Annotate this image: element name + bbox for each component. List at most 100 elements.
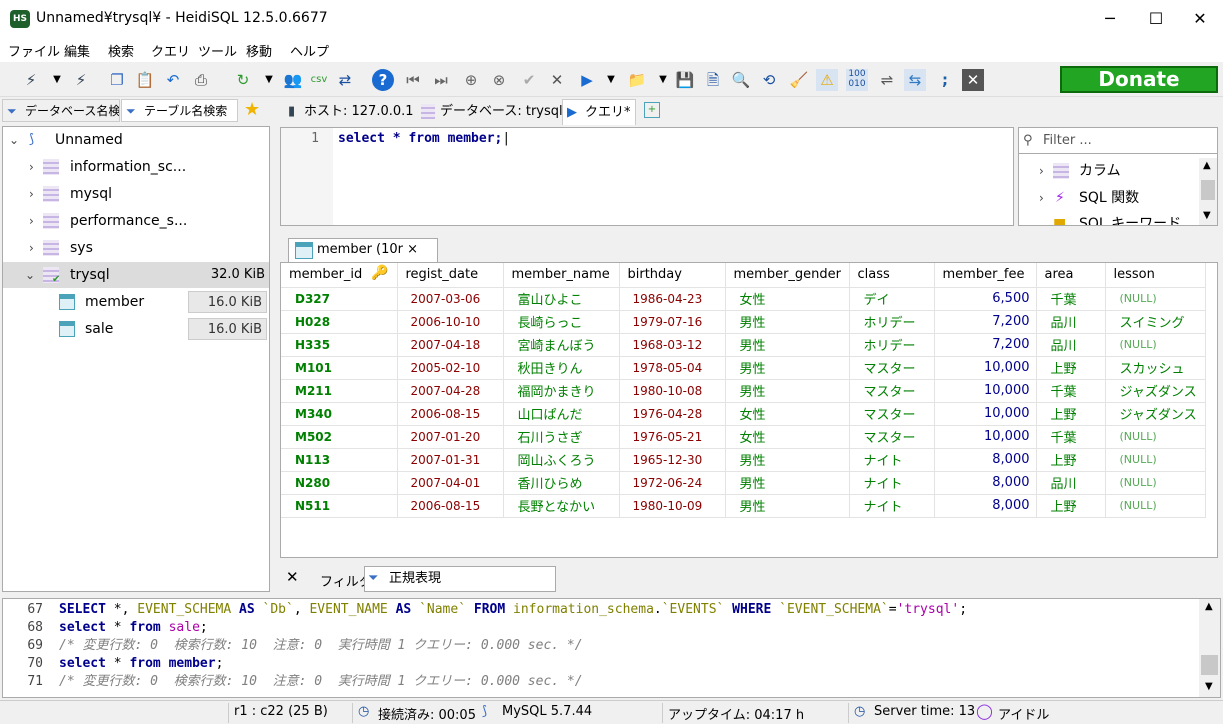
tree-db[interactable]: › sys	[3, 235, 269, 261]
table-cell[interactable]: N280	[281, 471, 398, 495]
run-icon[interactable]: ▶	[576, 69, 598, 91]
scroll-down-icon[interactable]: ▼	[1205, 681, 1213, 692]
table-cell[interactable]: デイ	[849, 287, 935, 311]
table-cell[interactable]: (NULL)	[1105, 425, 1206, 449]
paste-icon[interactable]: 📋	[134, 69, 156, 91]
table-cell[interactable]: 上野	[1036, 494, 1106, 518]
table-row[interactable]: M101 2005-02-10 秋田きりん 1978-05-04 男性 マスター 10,00…	[281, 356, 1206, 380]
table-cell[interactable]: ホリデー	[849, 310, 935, 334]
menu-edit[interactable]: 編集	[64, 41, 90, 60]
scroll-down-icon[interactable]: ▼	[1203, 210, 1211, 221]
format-sql-icon[interactable]: 🧹	[788, 69, 810, 91]
helper-item-columns[interactable]: › カラム	[1035, 158, 1121, 184]
table-cell[interactable]: 品川	[1036, 333, 1106, 357]
table-cell[interactable]: 1980-10-08	[619, 379, 726, 403]
helper-scrollbar[interactable]: ▲ ▼	[1199, 158, 1217, 225]
tree-db[interactable]: › performance_s...	[3, 208, 269, 234]
refresh-dropdown-icon[interactable]: ▼	[258, 69, 280, 91]
table-cell[interactable]: ナイト	[849, 494, 935, 518]
table-cell[interactable]: 2006-10-10	[397, 310, 504, 334]
delete-record-icon[interactable]: ⊗	[488, 69, 510, 91]
table-cell[interactable]: (NULL)	[1105, 471, 1206, 495]
undo-icon[interactable]: ↶	[162, 69, 184, 91]
chevron-right-icon[interactable]: ›	[29, 208, 34, 234]
table-cell[interactable]: 香川ひらめ	[503, 471, 620, 495]
table-cell[interactable]: ナイト	[849, 471, 935, 495]
table-cell[interactable]: H335	[281, 333, 398, 357]
table-cell[interactable]: 8,000	[934, 494, 1037, 518]
table-cell[interactable]: 男性	[725, 448, 850, 472]
tab-table-filter[interactable]: ⏷ テーブル名検索	[121, 99, 238, 122]
table-cell[interactable]: ナイト	[849, 448, 935, 472]
table-cell[interactable]: 女性	[725, 402, 850, 426]
table-cell[interactable]: M502	[281, 425, 398, 449]
tab-database[interactable]: データベース: trysql	[418, 99, 563, 125]
find-icon[interactable]: 🔍	[730, 69, 752, 91]
table-cell[interactable]: (NULL)	[1105, 448, 1206, 472]
table-cell[interactable]: 山口ぱんだ	[503, 402, 620, 426]
column-header[interactable]: regist_date	[397, 263, 504, 288]
chevron-right-icon[interactable]: ›	[29, 235, 34, 261]
log-scrollbar[interactable]: ▲ ▼	[1199, 599, 1220, 697]
table-row[interactable]: H335 2007-04-18 宮崎まんぼう 1968-03-12 男性 ホリデー 7,20…	[281, 333, 1206, 357]
table-cell[interactable]: 2005-02-10	[397, 356, 504, 380]
table-cell[interactable]: 2006-08-15	[397, 494, 504, 518]
table-cell[interactable]: M101	[281, 356, 398, 380]
table-cell[interactable]: 女性	[725, 287, 850, 311]
table-cell[interactable]: 7,200	[934, 333, 1037, 357]
table-cell[interactable]: 上野	[1036, 356, 1106, 380]
sql-editor[interactable]: 1 select * from member;|	[280, 127, 1014, 226]
sql-text[interactable]: select * from member;|	[338, 131, 510, 146]
table-cell[interactable]: (NULL)	[1105, 287, 1206, 311]
tab-database-filter[interactable]: ⏷ データベース名検	[2, 99, 120, 122]
helper-filter-input[interactable]: ⚲ Filter ...	[1019, 128, 1217, 154]
table-cell[interactable]: 2007-01-20	[397, 425, 504, 449]
table-cell[interactable]: 長野となかい	[503, 494, 620, 518]
column-header[interactable]: member_name	[503, 263, 620, 288]
table-cell[interactable]: 2007-04-28	[397, 379, 504, 403]
save-snippet-icon[interactable]: 🗎	[702, 69, 724, 91]
table-cell[interactable]: スカッシュ	[1105, 356, 1206, 380]
table-cell[interactable]: 長崎らっこ	[503, 310, 620, 334]
table-cell[interactable]: 福岡かまきり	[503, 379, 620, 403]
open-dropdown-icon[interactable]: ▼	[652, 69, 674, 91]
table-cell[interactable]: 男性	[725, 494, 850, 518]
close-filter-icon[interactable]: ✕	[286, 568, 299, 586]
table-cell[interactable]: 10,000	[934, 402, 1037, 426]
table-cell[interactable]: マスター	[849, 425, 935, 449]
table-row[interactable]: N280 2007-04-01 香川ひらめ 1972-06-24 男性 ナイト 8,000 品…	[281, 471, 1206, 495]
menu-search[interactable]: 検索	[108, 41, 134, 60]
last-record-icon[interactable]: ⏭	[430, 69, 452, 91]
binary-icon[interactable]: 100 010	[846, 69, 868, 91]
help-icon[interactable]: ?	[372, 69, 394, 91]
menu-file[interactable]: ファイル	[8, 41, 60, 60]
table-cell[interactable]: 男性	[725, 333, 850, 357]
tab-host[interactable]: ▮ ホスト: 127.0.0.1	[282, 99, 414, 125]
table-cell[interactable]: M211	[281, 379, 398, 403]
table-cell[interactable]: 2007-01-31	[397, 448, 504, 472]
table-cell[interactable]: 6,500	[934, 287, 1037, 311]
tree-table[interactable]: sale 16.0 KiB	[3, 316, 269, 342]
column-header[interactable]: member_gender	[725, 263, 850, 288]
maximize-button[interactable]: ☐	[1133, 0, 1179, 38]
table-cell[interactable]: 10,000	[934, 379, 1037, 403]
table-row[interactable]: N511 2006-08-15 長野となかい 1980-10-09 男性 ナイト 8,000…	[281, 494, 1206, 518]
table-cell[interactable]: 千葉	[1036, 287, 1106, 311]
scroll-thumb[interactable]	[1201, 655, 1218, 675]
table-cell[interactable]: 1976-05-21	[619, 425, 726, 449]
helper-item-keywords[interactable]: ■ SQL キーワード	[1035, 211, 1181, 225]
table-cell[interactable]: 2007-03-06	[397, 287, 504, 311]
table-cell[interactable]: 富山ひよこ	[503, 287, 620, 311]
table-cell[interactable]: 上野	[1036, 402, 1106, 426]
table-cell[interactable]: 2007-04-18	[397, 333, 504, 357]
table-cell[interactable]: D327	[281, 287, 398, 311]
column-header[interactable]: member_id 🔑	[281, 263, 398, 288]
chevron-down-icon[interactable]: ⌄	[9, 127, 19, 153]
tree-db-selected[interactable]: ⌄ ✔ trysql 32.0 KiB	[3, 262, 269, 288]
table-cell[interactable]: スイミング	[1105, 310, 1206, 334]
table-cell[interactable]: 2006-08-15	[397, 402, 504, 426]
dropdown-arrow-icon[interactable]: ▼	[46, 69, 68, 91]
transfer-icon[interactable]: ⇄	[334, 69, 356, 91]
add-record-icon[interactable]: ⊕	[460, 69, 482, 91]
star-icon[interactable]: ★	[244, 99, 260, 120]
